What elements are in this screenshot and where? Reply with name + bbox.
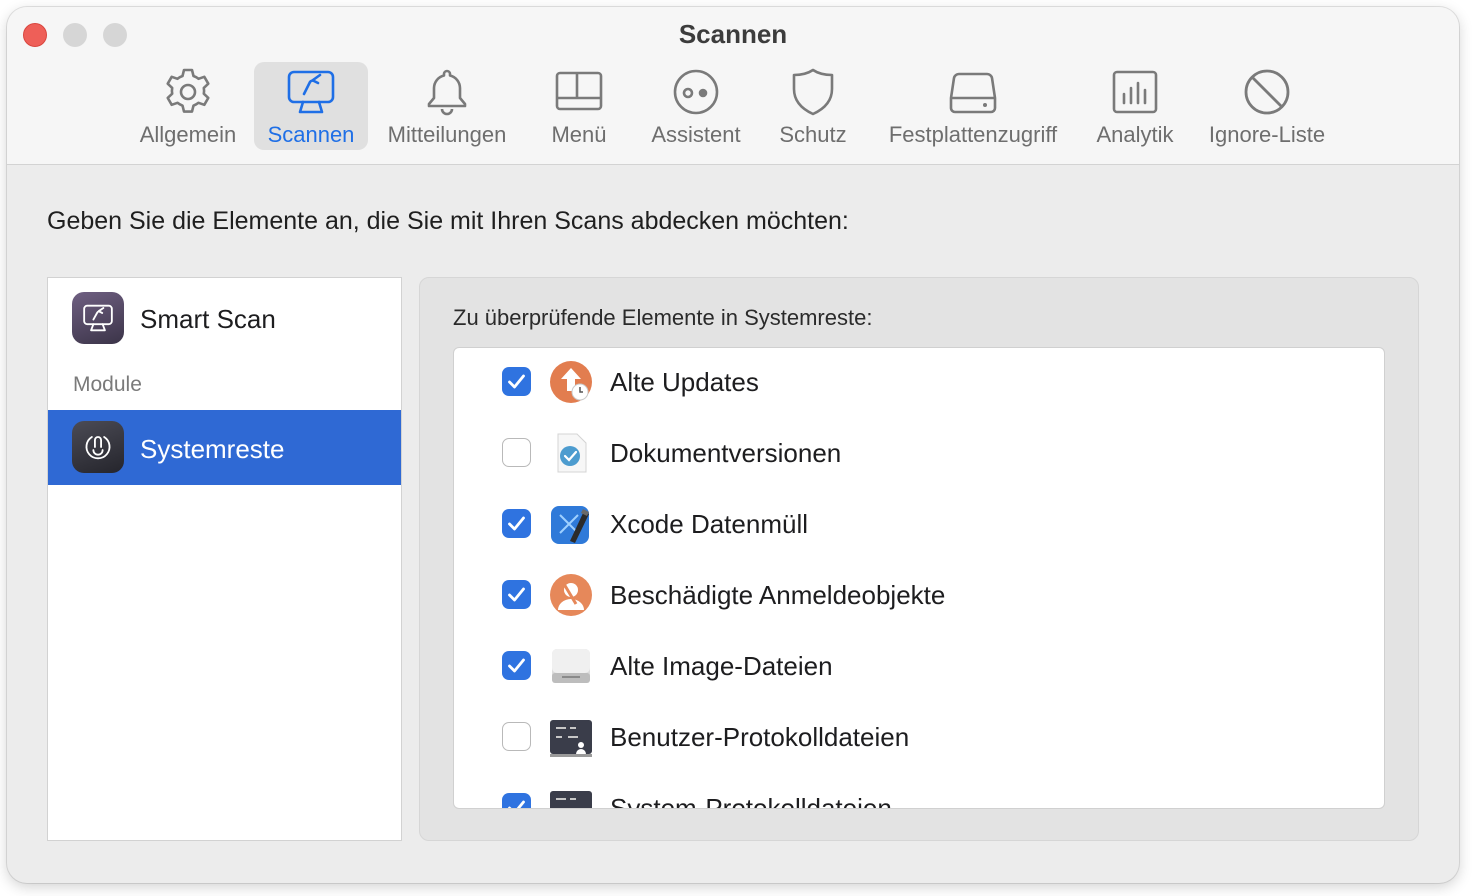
tab-label: Ignore-Liste bbox=[1208, 122, 1326, 147]
sidebar-item-label: Smart Scan bbox=[140, 304, 276, 334]
preferences-window: Scannen Allgemein Scannen Mitteilungen M… bbox=[7, 7, 1459, 883]
module-section-header: Module bbox=[73, 373, 142, 396]
broken-login-items-icon bbox=[548, 572, 594, 618]
tab-ignore-liste[interactable]: Ignore-Liste bbox=[1197, 62, 1337, 150]
sidebar-item-label: Systemreste bbox=[140, 434, 285, 464]
checkbox-checked[interactable] bbox=[502, 651, 531, 680]
bell-icon bbox=[421, 66, 473, 118]
monitor-scan-icon bbox=[285, 66, 337, 118]
tab-label: Allgemein bbox=[139, 122, 237, 147]
list-item[interactable]: Dokumentversionen bbox=[454, 419, 1384, 490]
detail-heading: Zu überprüfende Elemente in Systemreste: bbox=[453, 305, 873, 330]
system-junk-app-icon bbox=[72, 421, 124, 473]
scan-items-list[interactable]: Alte Updates Dokumentversionen Xcode Dat… bbox=[453, 347, 1385, 809]
tab-analytik[interactable]: Analytik bbox=[1085, 62, 1185, 150]
disk-drive-icon bbox=[947, 66, 999, 118]
checkbox-checked[interactable] bbox=[502, 367, 531, 396]
tab-label: Analytik bbox=[1096, 122, 1174, 147]
bar-chart-icon bbox=[1109, 66, 1161, 118]
tab-label: Festplattenzugriff bbox=[888, 122, 1058, 147]
disk-image-icon bbox=[548, 643, 594, 689]
list-item[interactable]: Benutzer-Protokolldateien bbox=[454, 703, 1384, 774]
user-log-files-icon bbox=[548, 714, 594, 760]
list-item[interactable]: Beschädigte Anmeldeobjekte bbox=[454, 561, 1384, 632]
smart-scan-app-icon bbox=[72, 292, 124, 344]
item-label: Benutzer-Protokolldateien bbox=[610, 722, 910, 752]
item-label: Dokumentversionen bbox=[610, 438, 842, 468]
window-title: Scannen bbox=[678, 19, 788, 49]
old-updates-icon bbox=[548, 359, 594, 405]
toolbar: Scannen Allgemein Scannen Mitteilungen M… bbox=[7, 7, 1459, 165]
sidebar-item-smart-scan[interactable]: Smart Scan bbox=[48, 278, 401, 358]
tab-label: Assistent bbox=[651, 122, 741, 147]
tab-allgemein[interactable]: Allgemein bbox=[131, 62, 245, 150]
gear-icon bbox=[162, 66, 214, 118]
assistant-face-icon bbox=[670, 66, 722, 118]
tab-assistent[interactable]: Assistent bbox=[640, 62, 752, 150]
tab-label: Schutz bbox=[779, 122, 847, 147]
item-label: Xcode Datenmüll bbox=[610, 509, 808, 539]
checkbox-checked[interactable] bbox=[502, 580, 531, 609]
menu-window-icon bbox=[553, 66, 605, 118]
shield-icon bbox=[787, 66, 839, 118]
xcode-icon bbox=[548, 501, 594, 547]
item-label: Alte Image-Dateien bbox=[610, 651, 833, 681]
checkbox-checked[interactable] bbox=[502, 509, 531, 538]
sidebar-item-systemreste[interactable]: Systemreste bbox=[48, 410, 401, 485]
checkbox-checked[interactable] bbox=[502, 793, 531, 808]
item-label: Alte Updates bbox=[610, 367, 759, 397]
tab-label: Menü bbox=[551, 122, 607, 147]
system-log-files-icon bbox=[548, 785, 594, 808]
module-list: Smart Scan Module Systemreste bbox=[47, 277, 402, 841]
instruction-text: Geben Sie die Elemente an, die Sie mit I… bbox=[47, 207, 849, 235]
checkbox-unchecked[interactable] bbox=[502, 722, 531, 751]
item-label: System-Protokolldateien bbox=[610, 793, 892, 809]
tab-label: Scannen bbox=[267, 122, 355, 147]
tab-schutz[interactable]: Schutz bbox=[769, 62, 857, 150]
tab-label: Mitteilungen bbox=[387, 122, 507, 147]
list-item[interactable]: Alte Image-Dateien bbox=[454, 632, 1384, 703]
list-item[interactable]: Alte Updates bbox=[454, 348, 1384, 419]
document-versions-icon bbox=[548, 430, 594, 476]
list-item[interactable]: System-Protokolldateien bbox=[454, 774, 1384, 809]
item-label: Beschädigte Anmeldeobjekte bbox=[610, 580, 946, 610]
detail-panel: Zu überprüfende Elemente in Systemreste:… bbox=[419, 277, 1419, 841]
tab-mitteilungen[interactable]: Mitteilungen bbox=[375, 62, 519, 150]
prohibited-icon bbox=[1241, 66, 1293, 118]
tab-menu[interactable]: Menü bbox=[532, 62, 626, 150]
tab-scannen[interactable]: Scannen bbox=[254, 62, 368, 150]
tab-festplattenzugriff[interactable]: Festplattenzugriff bbox=[873, 62, 1073, 150]
checkbox-unchecked[interactable] bbox=[502, 438, 531, 467]
list-item[interactable]: Xcode Datenmüll bbox=[454, 490, 1384, 561]
